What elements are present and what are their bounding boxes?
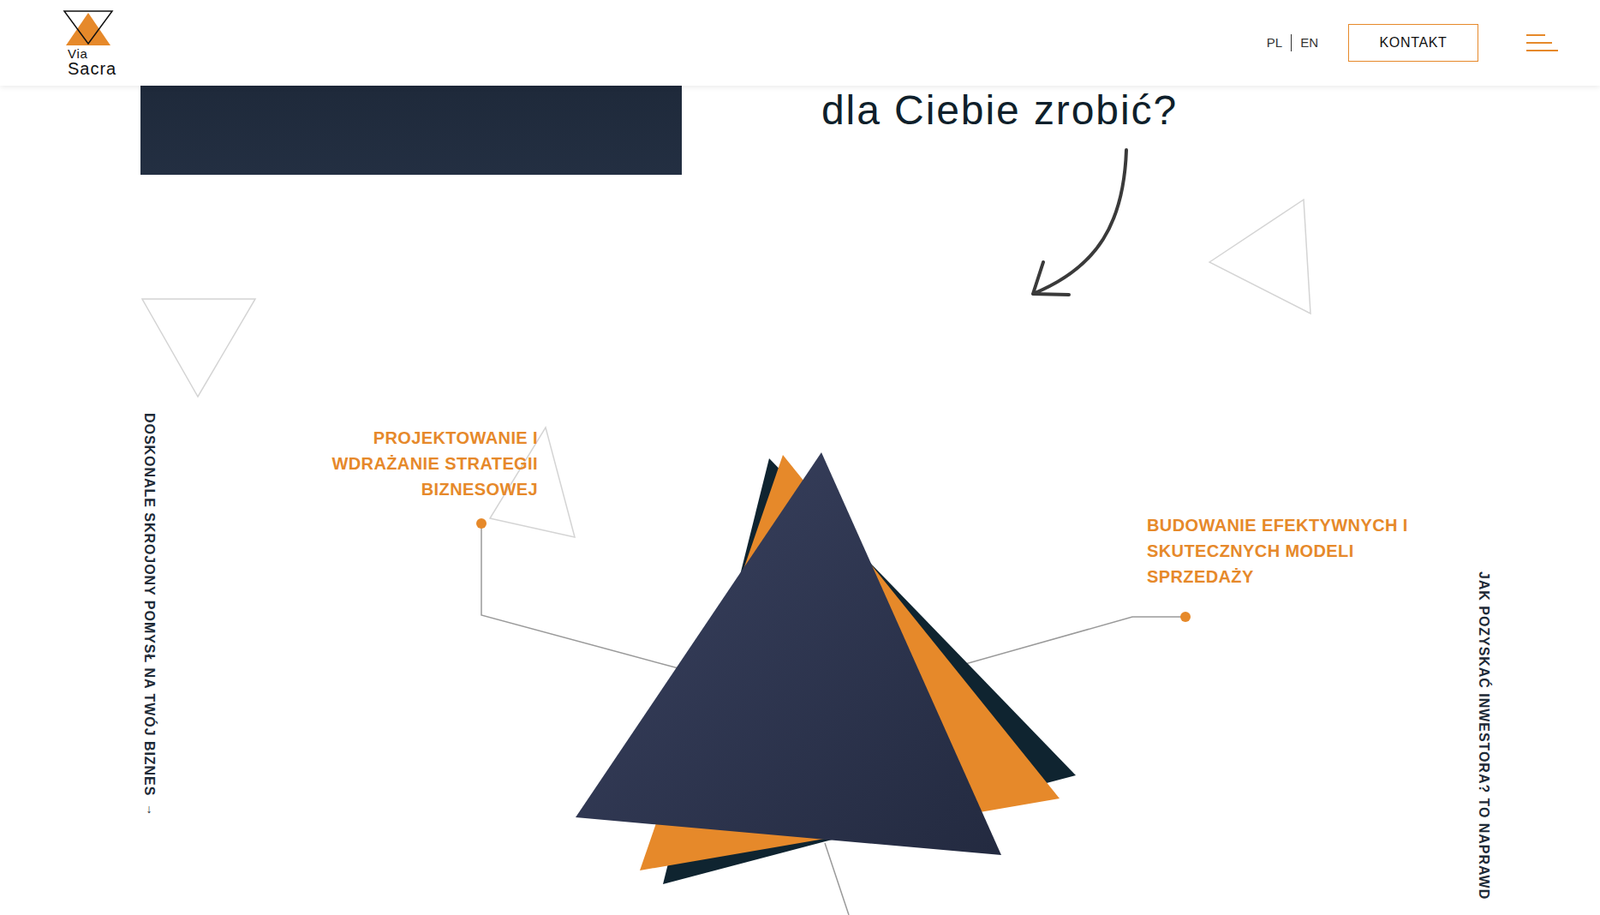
contact-button[interactable]: KONTAKT	[1348, 23, 1479, 62]
page: dla Ciebie zrobić? PROJEKTOWANIE IWDRAŻAN…	[0, 0, 1600, 915]
menu-line-icon	[1526, 41, 1553, 44]
logo[interactable]: ViaSacra	[60, 9, 140, 78]
menu-button[interactable]	[1526, 34, 1559, 52]
language-option[interactable]: PL	[1266, 33, 1283, 54]
language-option[interactable]: EN	[1300, 33, 1319, 54]
arrow-icon	[1032, 149, 1127, 295]
orange-triangle	[639, 454, 1060, 871]
logo-triangles-icon	[60, 9, 116, 48]
down-arrow-icon: ↓	[146, 802, 153, 815]
side-text-right[interactable]: JAK POZYSKAĆ INWESTORA? TO NAPRAWD	[1473, 571, 1494, 906]
menu-line-icon	[1526, 49, 1559, 52]
connector-line	[481, 523, 679, 669]
back-triangle	[662, 458, 1076, 884]
side-text-left[interactable]: DOSKONALE SKROJONY POMYSŁ NA TWÓJ BIZNES…	[138, 412, 160, 815]
chart-photo-triangle	[575, 452, 1002, 855]
site-header: ViaSacra PL EN KONTAKT	[0, 0, 1600, 86]
menu-line-icon	[1526, 34, 1546, 36]
connector-dot	[1180, 611, 1191, 622]
connector-line	[959, 616, 1186, 666]
service-label[interactable]: BUDOWANIE EFEKTYWNYCH ISKUTECZNYCH MODEL…	[1146, 512, 1409, 590]
connector-line	[824, 842, 849, 915]
language-switch: PL EN	[1266, 33, 1319, 54]
outline-triangle-icon	[142, 298, 256, 397]
connector-dot	[476, 518, 487, 529]
language-divider	[1290, 34, 1292, 52]
outline-triangle-icon	[1209, 199, 1311, 314]
service-label[interactable]: PROJEKTOWANIE IWDRAŻANIE STRATEGIIBIZNES…	[331, 424, 538, 502]
section-heading: dla Ciebie zrobić?	[821, 85, 1178, 136]
